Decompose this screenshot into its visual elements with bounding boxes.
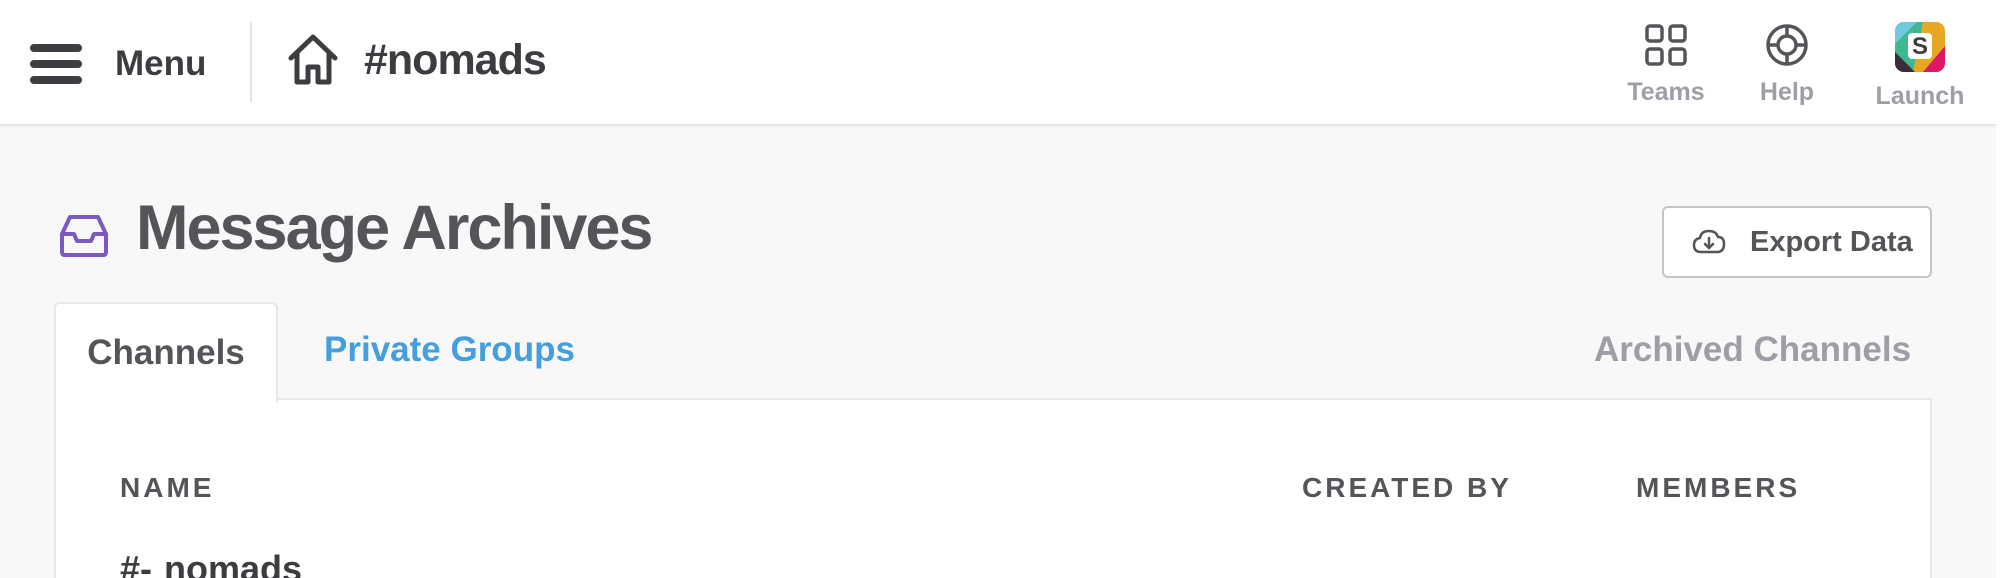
hamburger-icon — [30, 44, 82, 84]
launch-label: Launch — [1875, 82, 1965, 110]
top-bar: Menu #nomads Teams Help S Launch — [0, 0, 1996, 126]
channel-name: nomads — [164, 548, 303, 578]
window-edge — [1996, 0, 2002, 578]
page-title: Message Archives — [136, 193, 653, 263]
top-bar-divider — [250, 22, 252, 102]
export-data-label: Export Data — [1750, 225, 1913, 258]
tab-channels-label: Channels — [87, 333, 245, 372]
launch-button[interactable]: S Launch — [1872, 22, 1968, 111]
teams-label: Teams — [1627, 78, 1705, 106]
tab-channels[interactable]: Channels — [54, 302, 278, 402]
archive-inbox-icon — [60, 215, 108, 257]
column-header-members[interactable]: MEMBERS — [1636, 472, 1800, 504]
cloud-download-icon — [1692, 229, 1726, 254]
tab-private-groups[interactable]: Private Groups — [324, 330, 575, 370]
column-header-created-by[interactable]: CREATED BY — [1302, 472, 1512, 504]
help-label: Help — [1759, 78, 1815, 106]
home-icon[interactable] — [286, 32, 340, 86]
lifebuoy-icon — [1766, 24, 1808, 66]
menu-label: Menu — [115, 44, 207, 83]
menu-button[interactable]: Menu — [30, 38, 206, 90]
teams-button[interactable]: Teams — [1620, 22, 1712, 107]
column-header-name[interactable]: NAME — [120, 472, 214, 504]
message-archives-page: Menu #nomads Teams Help S Launch Message… — [0, 0, 2002, 578]
channel-prefix: #- — [120, 548, 153, 578]
grid-icon — [1645, 24, 1687, 66]
export-data-button[interactable]: Export Data — [1662, 206, 1932, 278]
svg-text:S: S — [1912, 33, 1928, 60]
slack-logo-icon: S — [1895, 22, 1945, 72]
tab-archived-channels[interactable]: Archived Channels — [1594, 330, 1911, 370]
channel-title[interactable]: #nomads — [364, 36, 547, 85]
table-row[interactable]: #- nomads — [120, 548, 302, 578]
help-button[interactable]: Help — [1745, 22, 1829, 107]
